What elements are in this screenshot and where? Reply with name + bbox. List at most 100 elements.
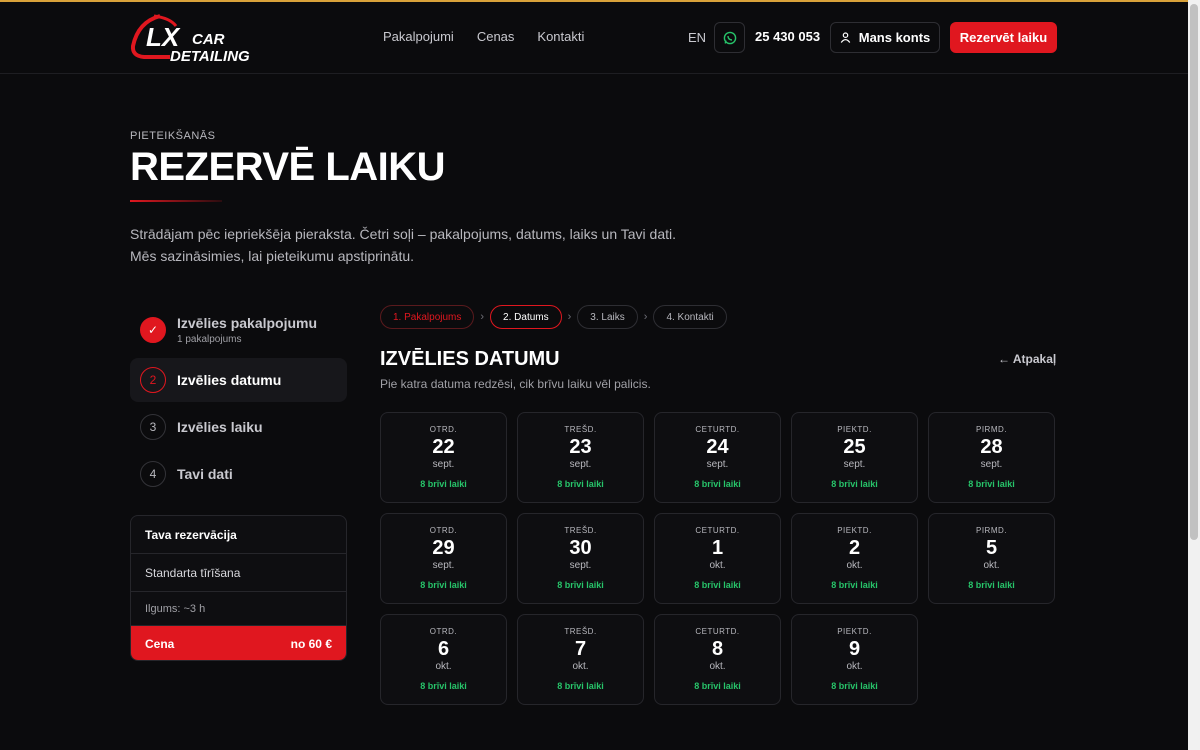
language-switch[interactable]: EN bbox=[688, 30, 706, 45]
month-label: sept. bbox=[569, 560, 592, 571]
free-slots-label: 8 brīvi laiki bbox=[968, 580, 1015, 590]
step-label: Izvēlies laiku bbox=[177, 419, 263, 435]
nav-prices[interactable]: Cenas bbox=[477, 29, 515, 44]
crumb-time[interactable]: 3. Laiks bbox=[577, 305, 638, 329]
brand-logo[interactable]: LX CAR DETAILING bbox=[130, 12, 272, 64]
day-number: 7 bbox=[574, 638, 587, 660]
logo-word-car: CAR bbox=[192, 31, 225, 48]
day-number: 2 bbox=[848, 537, 861, 559]
crumb-contacts[interactable]: 4. Kontakti bbox=[653, 305, 727, 329]
day-number: 22 bbox=[432, 436, 455, 458]
month-label: okt. bbox=[846, 560, 863, 571]
step-label: Izvēlies pakalpojumu bbox=[177, 315, 318, 331]
day-number: 24 bbox=[706, 436, 729, 458]
free-slots-label: 8 brīvi laiki bbox=[968, 479, 1015, 489]
weekday-label: PIRMD. bbox=[976, 526, 1007, 535]
day-number: 28 bbox=[980, 436, 1003, 458]
nav-contacts[interactable]: Kontakti bbox=[537, 29, 584, 44]
free-slots-label: 8 brīvi laiki bbox=[831, 479, 878, 489]
free-slots-label: 8 brīvi laiki bbox=[694, 580, 741, 590]
summary-duration: Ilgums: ~3 h bbox=[131, 592, 346, 626]
step-time[interactable]: 3 Izvēlies laiku bbox=[130, 405, 347, 449]
month-label: sept. bbox=[980, 459, 1003, 470]
date-card[interactable]: PIRMD. 28 sept. 8 brīvi laiki bbox=[928, 412, 1055, 503]
step-date[interactable]: 2 Izvēlies datumu bbox=[130, 358, 347, 402]
site-header: LX CAR DETAILING Pakalpojumi Cenas Konta… bbox=[0, 2, 1188, 74]
page-eyebrow: PIETEIKŠANĀS bbox=[130, 130, 216, 142]
reserve-button[interactable]: Rezervēt laiku bbox=[950, 22, 1057, 53]
whatsapp-button[interactable] bbox=[714, 22, 745, 53]
weekday-label: CETURTD. bbox=[695, 425, 740, 434]
page-intro: Strādājam pēc iepriekšēja pieraksta. Čet… bbox=[130, 223, 730, 267]
day-number: 6 bbox=[437, 638, 450, 660]
date-card[interactable]: OTRD. 22 sept. 8 brīvi laiki bbox=[380, 412, 507, 503]
booking-summary: Tava rezervācija Standarta tīrīšana Ilgu… bbox=[130, 515, 347, 661]
date-card[interactable]: OTRD. 29 sept. 8 brīvi laiki bbox=[380, 513, 507, 604]
intro-line-1: Strādājam pēc iepriekšēja pieraksta. Čet… bbox=[130, 226, 676, 242]
price-value: no 60 € bbox=[290, 637, 332, 651]
date-card[interactable]: PIRMD. 5 okt. 8 brīvi laiki bbox=[928, 513, 1055, 604]
date-card[interactable]: CETURTD. 8 okt. 8 brīvi laiki bbox=[654, 614, 781, 705]
section-hint: Pie katra datuma redzēsi, cik brīvu laik… bbox=[380, 377, 651, 391]
check-icon: ✓ bbox=[140, 317, 166, 343]
step-service[interactable]: ✓ Izvēlies pakalpojumu 1 pakalpojums bbox=[130, 305, 347, 355]
scrollbar-thumb[interactable] bbox=[1190, 4, 1198, 540]
page-title: REZERVĒ LAIKU bbox=[130, 145, 446, 189]
month-label: okt. bbox=[572, 661, 589, 672]
month-label: okt. bbox=[846, 661, 863, 672]
date-card[interactable]: PIEKTD. 9 okt. 8 brīvi laiki bbox=[791, 614, 918, 705]
price-label: Cena bbox=[145, 637, 175, 651]
step-number: 2 bbox=[140, 367, 166, 393]
step-breadcrumb: 1. Pakalpojums › 2. Datums › 3. Laiks › … bbox=[380, 305, 727, 329]
account-button[interactable]: Mans konts bbox=[830, 22, 940, 53]
month-label: sept. bbox=[843, 459, 866, 470]
summary-service: Standarta tīrīšana bbox=[131, 554, 346, 592]
month-label: okt. bbox=[709, 661, 726, 672]
free-slots-label: 8 brīvi laiki bbox=[557, 479, 604, 489]
date-card[interactable]: TREŠD. 7 okt. 8 brīvi laiki bbox=[517, 614, 644, 705]
date-card[interactable]: PIEKTD. 25 sept. 8 brīvi laiki bbox=[791, 412, 918, 503]
weekday-label: PIRMD. bbox=[976, 425, 1007, 434]
phone-number[interactable]: 25 430 053 bbox=[755, 29, 820, 44]
day-number: 29 bbox=[432, 537, 455, 559]
main-nav: Pakalpojumi Cenas Kontakti bbox=[383, 29, 584, 44]
day-number: 9 bbox=[848, 638, 861, 660]
weekday-label: PIEKTD. bbox=[837, 425, 872, 434]
step-number: 3 bbox=[140, 414, 166, 440]
free-slots-label: 8 brīvi laiki bbox=[831, 681, 878, 691]
date-card[interactable]: PIEKTD. 2 okt. 8 brīvi laiki bbox=[791, 513, 918, 604]
month-label: sept. bbox=[706, 459, 729, 470]
date-card[interactable]: CETURTD. 24 sept. 8 brīvi laiki bbox=[654, 412, 781, 503]
weekday-label: PIEKTD. bbox=[837, 526, 872, 535]
back-link[interactable]: ← Atpakaļ bbox=[998, 352, 1056, 366]
weekday-label: OTRD. bbox=[429, 526, 458, 535]
day-number: 1 bbox=[711, 537, 724, 559]
weekday-label: TREŠD. bbox=[564, 627, 597, 636]
month-label: okt. bbox=[435, 661, 452, 672]
crumb-service[interactable]: 1. Pakalpojums bbox=[380, 305, 475, 329]
section-title: IZVĒLIES DATUMU bbox=[380, 348, 560, 370]
weekday-label: TREŠD. bbox=[564, 425, 597, 434]
day-number: 8 bbox=[711, 638, 724, 660]
chevron-right-icon: › bbox=[567, 311, 572, 323]
page-scrollbar[interactable] bbox=[1188, 0, 1200, 750]
step-details[interactable]: 4 Tavi dati bbox=[130, 452, 347, 496]
free-slots-label: 8 brīvi laiki bbox=[557, 580, 604, 590]
title-underline bbox=[130, 200, 222, 202]
date-card[interactable]: TREŠD. 30 sept. 8 brīvi laiki bbox=[517, 513, 644, 604]
day-number: 25 bbox=[843, 436, 866, 458]
step-number: 4 bbox=[140, 461, 166, 487]
crumb-date[interactable]: 2. Datums bbox=[490, 305, 562, 329]
intro-line-2: Mēs sazināsimies, lai pieteikumu apstipr… bbox=[130, 248, 415, 264]
free-slots-label: 8 brīvi laiki bbox=[420, 681, 467, 691]
step-sublabel: 1 pakalpojums bbox=[177, 334, 242, 345]
chevron-right-icon: › bbox=[643, 311, 648, 323]
month-label: sept. bbox=[432, 560, 455, 571]
day-number: 30 bbox=[569, 537, 592, 559]
nav-services[interactable]: Pakalpojumi bbox=[383, 29, 454, 44]
date-card[interactable]: TREŠD. 23 sept. 8 brīvi laiki bbox=[517, 412, 644, 503]
summary-title: Tava rezervācija bbox=[131, 516, 346, 554]
summary-price: Cena no 60 € bbox=[131, 626, 346, 660]
date-card[interactable]: OTRD. 6 okt. 8 brīvi laiki bbox=[380, 614, 507, 705]
date-card[interactable]: CETURTD. 1 okt. 8 brīvi laiki bbox=[654, 513, 781, 604]
